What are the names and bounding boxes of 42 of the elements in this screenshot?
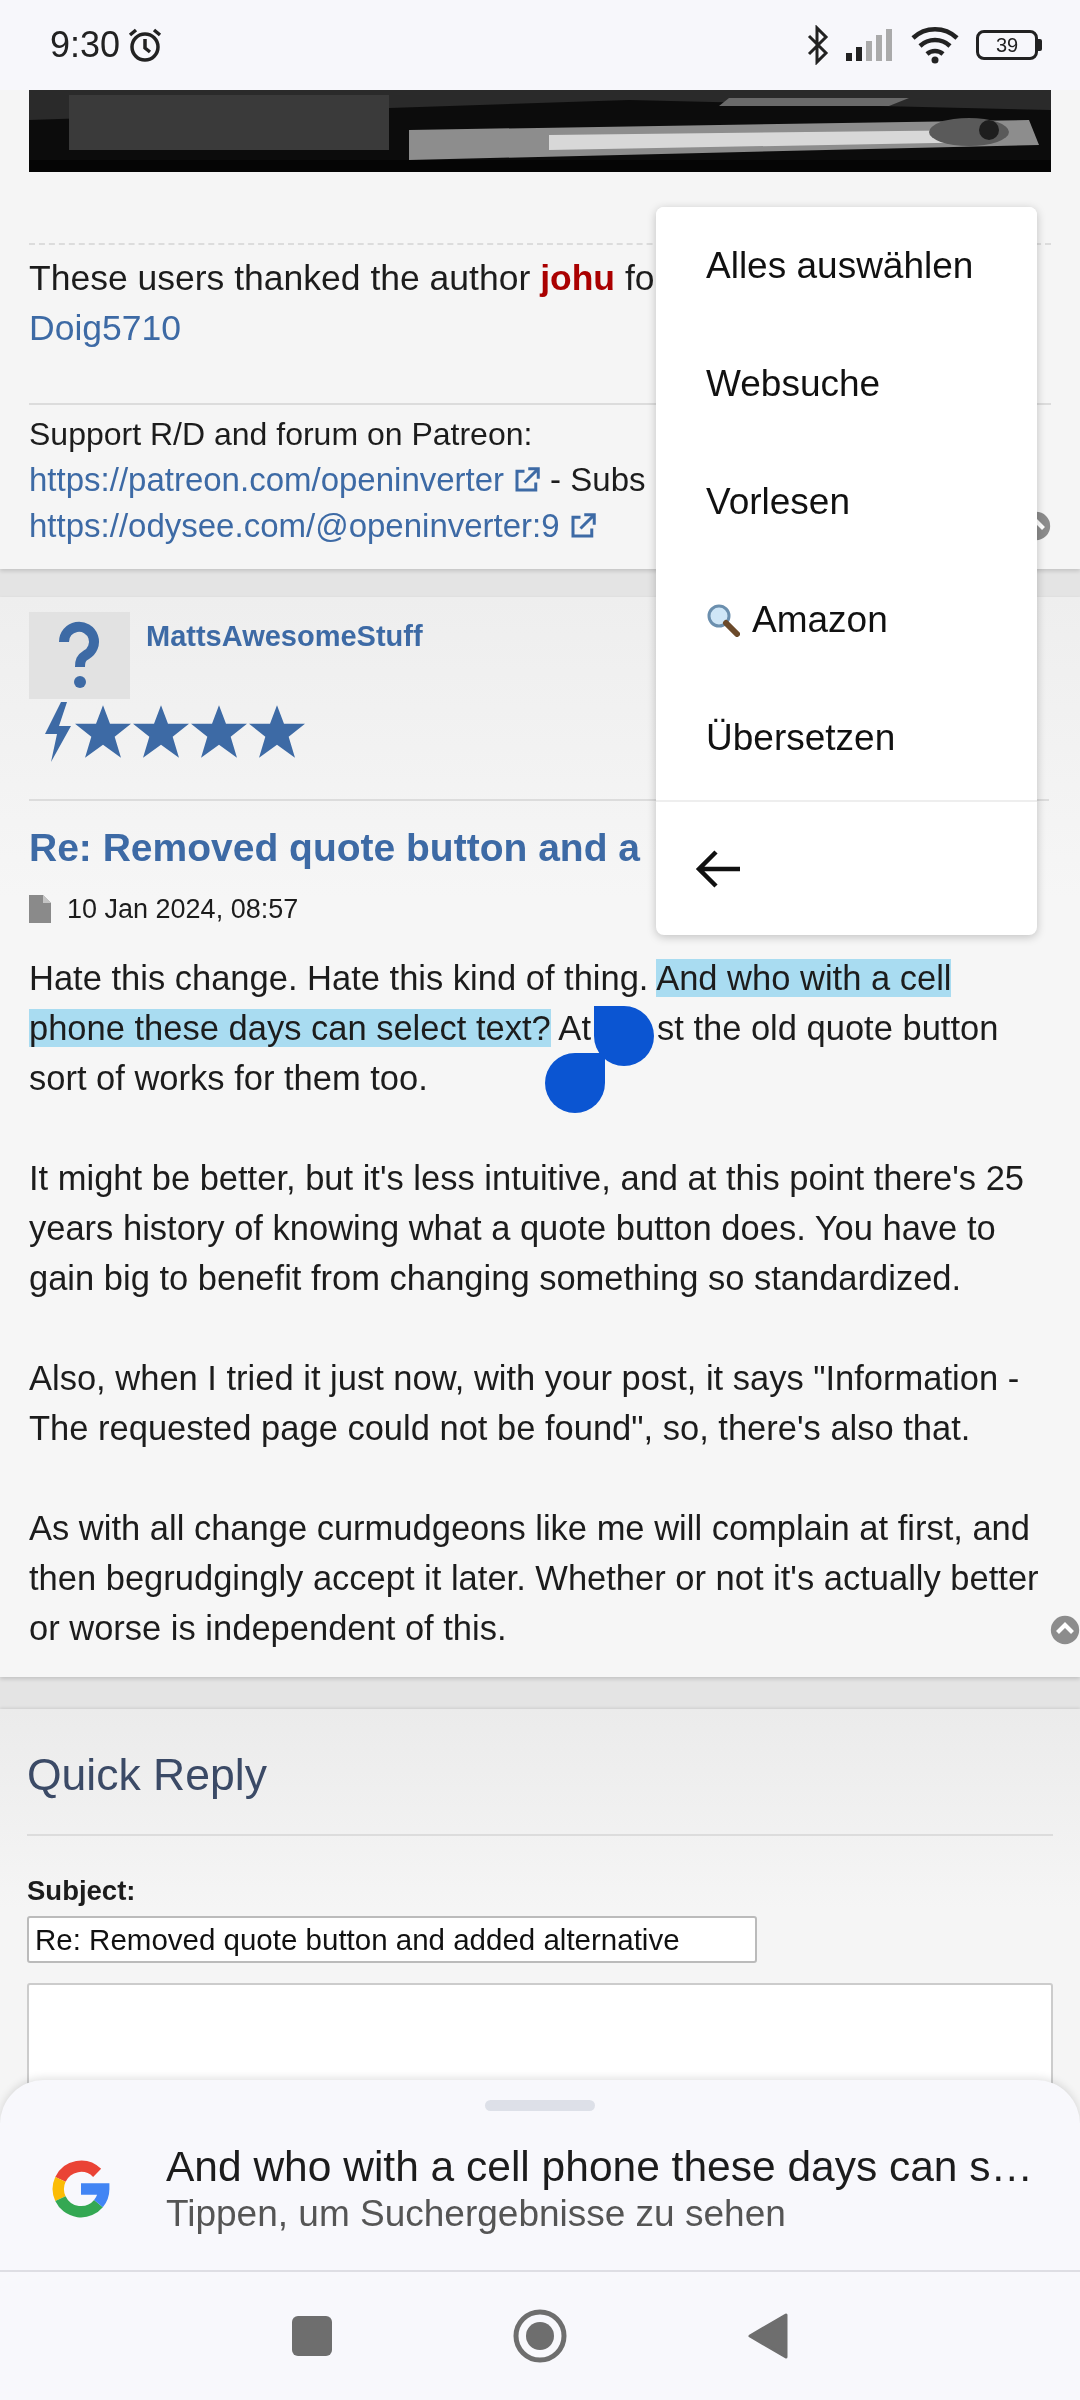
- post-paragraph: As with all change curmudgeons like me will complain at first, and then begrudgingly accept it later. Whether or not it's actually better or worse is independent of this.: [29, 1508, 1040, 1649]
- menu-item[interactable]: Amazon: [656, 561, 1037, 679]
- search-hint: Tippen, um Suchergebnisse zu sehen: [166, 2192, 787, 2236]
- menu-item[interactable]: Übersetzen: [656, 679, 1037, 797]
- back-arrow-icon[interactable]: [694, 848, 742, 889]
- selection-handle[interactable]: [593, 1006, 654, 1066]
- star-icon: [249, 705, 305, 759]
- search-query[interactable]: And who with a cell phone these days can s…: [166, 2142, 1034, 2192]
- bluetooth-icon: [806, 25, 830, 65]
- document-icon: [29, 895, 51, 923]
- menu-item[interactable]: Websuche: [656, 325, 1037, 443]
- search-icon: [706, 603, 740, 637]
- drag-handle[interactable]: [485, 2100, 595, 2111]
- signature-link[interactable]: https://patreon.com/openinverter: [29, 461, 505, 499]
- signal-icon: [846, 29, 894, 61]
- star-icon: [191, 705, 247, 759]
- post-paragraph: Also, when I tried it just now, with your post, it says "Information - The requested page could not be found", so, there's also that.: [29, 1358, 1021, 1449]
- google-icon: [50, 2158, 112, 2220]
- star-icon: [75, 705, 131, 759]
- signature-text: Support R/D and forum on Patreon:: [29, 415, 534, 454]
- battery-indicator: 39: [976, 30, 1042, 60]
- subject-field[interactable]: Re: Removed quote button and added alternative: [27, 1916, 757, 1963]
- subject-label: Subject:: [27, 1876, 137, 1906]
- back-button[interactable]: [748, 2313, 788, 2359]
- signature-link[interactable]: https://odysee.com/@openinverter:9: [29, 507, 560, 545]
- clock-time: 9:30: [50, 24, 121, 66]
- post-title[interactable]: Re: Removed quote button and a: [29, 823, 1049, 873]
- post-paragraph: It might be better, but it's less intuitive, and at this point there's 25 years history of knowing what a quote button does. You have to gain big to benefit from changing something so standardized.: [29, 1158, 1026, 1299]
- section-title: Quick Reply: [27, 1749, 268, 1801]
- author-link[interactable]: johu: [540, 258, 616, 298]
- signature-text: - Subs: [550, 461, 646, 499]
- user-link[interactable]: Doig5710: [29, 308, 181, 348]
- home-button[interactable]: [512, 2308, 568, 2364]
- post-date: 10 Jan 2024, 08:57: [67, 893, 299, 925]
- scroll-up-icon[interactable]: [1050, 1615, 1080, 1645]
- thanks-text: These users thanked the author johu fo: [29, 257, 655, 300]
- username-link[interactable]: MattsAwesomeStuff: [146, 620, 423, 650]
- menu-item[interactable]: Alles auswählen: [656, 207, 1037, 325]
- star-icon: [133, 705, 189, 759]
- menu-item[interactable]: Vorlesen: [656, 443, 1037, 561]
- lightning-icon: [43, 702, 73, 762]
- wifi-icon: [910, 26, 960, 64]
